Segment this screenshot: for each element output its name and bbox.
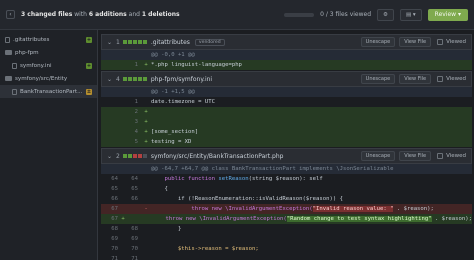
review-button[interactable]: Review ▾ [427, 8, 468, 21]
viewed-checkbox[interactable] [437, 153, 444, 159]
context-line: 65 65 { [101, 184, 472, 194]
added-badge: + [86, 62, 92, 69]
unescape-button[interactable]: Unescape [360, 37, 396, 47]
context-line: 71 71 [101, 254, 472, 260]
viewed-toggle[interactable]: Viewed [437, 39, 466, 45]
summary-text: and [128, 11, 140, 18]
tree-folder-entity[interactable]: symfony/src/Entity [0, 72, 97, 85]
context-line: 1 date.timezone = UTC [101, 97, 472, 107]
folder-icon [5, 50, 12, 55]
view-file-button[interactable]: View File [399, 37, 432, 47]
viewed-checkbox[interactable] [437, 76, 444, 82]
changed-files-count: 3 changed files [21, 11, 73, 18]
added-line: 3 + [101, 117, 472, 127]
context-line: 68 68 } [101, 224, 472, 234]
viewed-label: Viewed [446, 39, 466, 45]
folder-icon [5, 76, 12, 81]
file-change-count: 4 [116, 75, 120, 83]
file-icon [12, 62, 17, 69]
hunk-header: @@ -1 +1,5 @@ [101, 87, 472, 97]
viewed-progress-bar [284, 12, 315, 17]
context-line: 66 66 if (!ReasonEnumeration::isValidReas… [101, 194, 472, 204]
file-header-gitattributes: ⌄ 1 .gitattributes vendored Unescape Vie… [101, 34, 472, 50]
added-line: 2 + [101, 107, 472, 117]
viewed-toggle[interactable]: Viewed [437, 76, 466, 82]
viewed-count: 0 / 3 files viewed [320, 11, 372, 18]
diff-toolbar: ‹ 3 changed files with 6 additions and 1… [0, 0, 474, 30]
added-line: 67 + throw new \InvalidArgumentException(… [101, 214, 472, 224]
file-icon [12, 88, 17, 95]
viewed-label: Viewed [446, 153, 466, 159]
unescape-button[interactable]: Unescape [360, 74, 396, 84]
vendored-label: vendored [194, 38, 225, 46]
viewed-label: Viewed [446, 76, 466, 82]
tree-file-symfony-ini[interactable]: symfony.ini + [0, 59, 97, 72]
tree-item-label: .gitattributes [13, 36, 50, 43]
file-header-banktransactionpart: ⌄ 2 symfony/src/Entity/BankTransactionPa… [101, 148, 472, 164]
collapse-file-icon[interactable]: ⌄ [107, 76, 112, 83]
tree-item-label: BankTransactionPart... [20, 88, 83, 95]
file-change-count: 2 [116, 152, 120, 160]
modified-badge: ± [86, 88, 92, 95]
added-line: 1 + *.php linguist-language=php [101, 60, 472, 70]
added-line: 5 + testing = XD [101, 137, 472, 147]
view-file-button[interactable]: View File [399, 151, 432, 161]
file-change-count: 1 [116, 38, 120, 46]
diff-stat-bar [122, 40, 147, 44]
viewed-toggle[interactable]: Viewed [437, 153, 466, 159]
unescape-button[interactable]: Unescape [360, 151, 396, 161]
tree-item-label: symfony.ini [20, 62, 52, 69]
added-line: 4 + [some_section] [101, 127, 472, 137]
tree-file-gitattributes[interactable]: .gitattributes + [0, 33, 97, 46]
summary-text: with [74, 11, 87, 18]
diff-table: @@ -64,7 +64,7 @@ class BankTransactionP… [101, 164, 472, 260]
hunk-header: @@ -64,7 +64,7 @@ class BankTransactionP… [101, 164, 472, 174]
diff-content: ⌄ 1 .gitattributes vendored Unescape Vie… [99, 30, 474, 260]
additions-count: 6 additions [88, 11, 127, 18]
diff-table: @@ -0,0 +1 @@ 1 + *.php linguist-language=… [101, 50, 472, 70]
file-header-symfony-ini: ⌄ 4 php-fpm/symfony.ini Unescape View Fi… [101, 71, 472, 87]
context-line: 64 64 public function setReason (string $r… [101, 174, 472, 184]
deleted-line: 67- throw new \InvalidArgumentException(… [101, 204, 472, 214]
file-name[interactable]: php-fpm/symfony.ini [151, 76, 212, 83]
file-name[interactable]: .gitattributes [151, 39, 190, 46]
file-tree: .gitattributes + php-fpm symfony.ini + s… [0, 30, 98, 260]
diff-settings-button[interactable]: ⚙ [377, 8, 394, 21]
collapse-file-icon[interactable]: ⌄ [107, 153, 112, 160]
collapse-file-icon[interactable]: ⌄ [107, 39, 112, 46]
diff-table: @@ -1 +1,5 @@ 1 date.timezone = UTC 2 + 3 +… [101, 87, 472, 147]
tree-file-banktransactionpart[interactable]: BankTransactionPart... ± [0, 85, 97, 98]
hunk-header: @@ -0,0 +1 @@ [101, 50, 472, 60]
diff-stat-bar [122, 77, 147, 81]
collapse-all-button[interactable]: ‹ [6, 10, 15, 19]
tree-item-label: php-fpm [15, 49, 39, 56]
diff-summary: 3 changed files with 6 additions and 1 d… [21, 11, 180, 18]
diff-stat-bar [122, 154, 147, 158]
file-icon [5, 36, 10, 43]
added-badge: + [86, 36, 92, 43]
file-name[interactable]: symfony/src/Entity/BankTransactionPart.p… [151, 153, 284, 160]
tree-item-label: symfony/src/Entity [15, 75, 68, 82]
tree-folder-php-fpm[interactable]: php-fpm [0, 46, 97, 59]
view-file-button[interactable]: View File [399, 74, 432, 84]
context-line: 69 69 [101, 234, 472, 244]
viewed-checkbox[interactable] [437, 39, 444, 45]
diff-layout-button[interactable]: ▤ ▾ [399, 8, 422, 21]
context-line: 70 70 $this->reason = $reason; [101, 244, 472, 254]
deletions-count: 1 deletions [141, 11, 180, 18]
